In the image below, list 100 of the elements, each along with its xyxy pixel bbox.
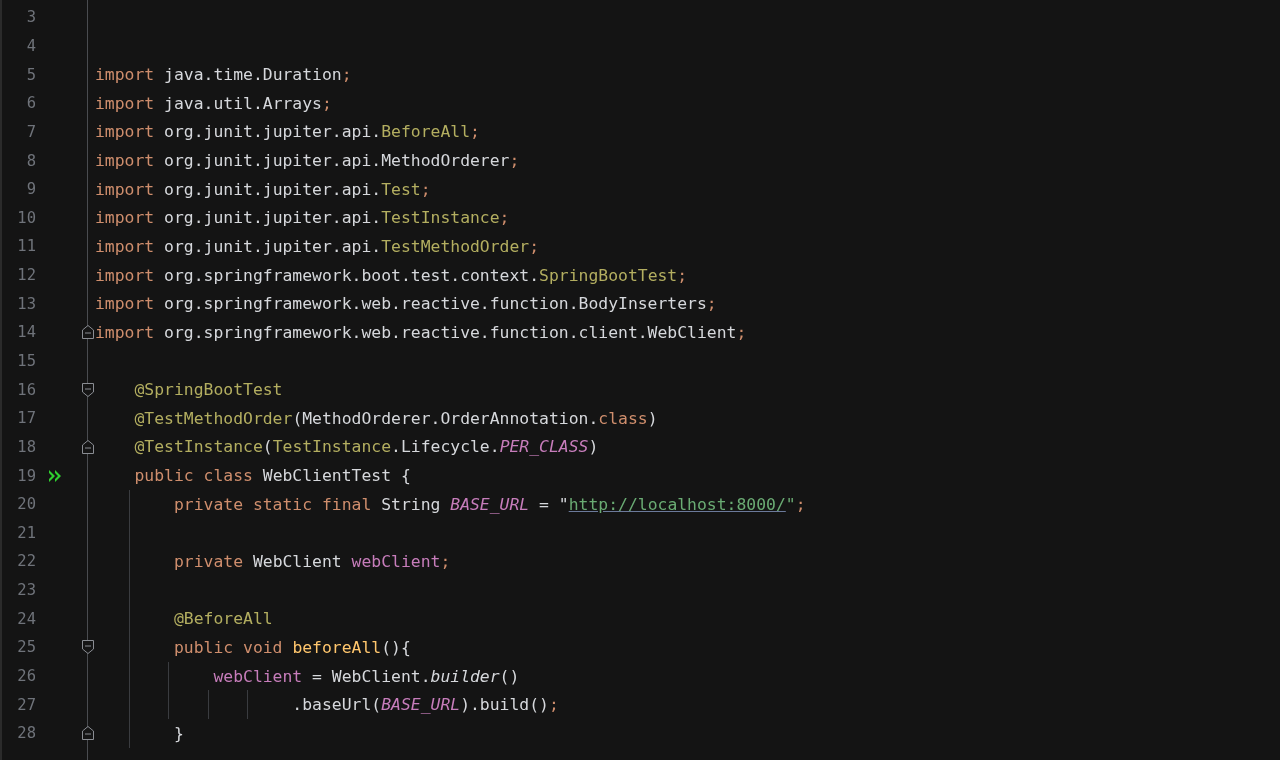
line-number: 11 — [16, 237, 36, 256]
fold-icon[interactable] — [81, 639, 95, 656]
code-token: ) — [647, 408, 658, 428]
code-token: ; — [420, 179, 431, 199]
line-number: 17 — [16, 409, 36, 428]
code-token: Test — [381, 179, 421, 199]
line-number: 27 — [16, 695, 36, 714]
line-number: 22 — [16, 552, 36, 571]
line-number: 6 — [25, 94, 36, 113]
code-token: = " — [538, 494, 569, 514]
line-number: 24 — [16, 609, 36, 628]
code-token: public void — [172, 637, 284, 657]
line-number: 26 — [16, 667, 36, 686]
code-token: import — [95, 179, 155, 199]
code-token: BASE_URL — [381, 695, 461, 715]
code-token: ; — [499, 208, 510, 228]
code-token: ; — [677, 265, 688, 285]
line-number: 15 — [16, 352, 36, 370]
code-token: ; — [736, 322, 747, 342]
line-number: 18 — [16, 437, 36, 456]
code-token: ) — [588, 437, 599, 457]
code-token: WebClient — [251, 552, 343, 571]
code-token: webClient — [212, 666, 303, 686]
code-token: ( — [262, 437, 273, 457]
code-token: import — [95, 122, 155, 142]
code-token: public class — [133, 466, 253, 486]
code-token: import — [95, 208, 155, 228]
code-token: import — [95, 93, 155, 113]
code-token: http://localhost:8000/ — [568, 494, 786, 514]
code-token: () — [499, 666, 520, 686]
line-number: 13 — [16, 294, 36, 313]
code-token: PER_CLASS — [499, 437, 589, 457]
code-token: @BeforeAll — [172, 609, 273, 629]
code-token: = WebClient. — [311, 666, 431, 686]
line-number: 23 — [16, 581, 36, 600]
code-token: import — [95, 322, 155, 342]
fold-icon[interactable] — [81, 324, 95, 341]
code-token: SpringBootTest — [539, 265, 678, 285]
code-token: org.junit.jupiter.api. — [163, 122, 382, 142]
run-icon[interactable] — [48, 467, 64, 484]
code-token: org.springframework.web.reactive.function.client.WebClient — [163, 322, 737, 342]
code-token: org.springframework.web.reactive.function.BodyInserters — [163, 294, 707, 314]
code-token: } — [172, 723, 184, 743]
code-token: @SpringBootTest — [133, 380, 283, 400]
code-token: .Lifecycle. — [391, 437, 500, 457]
code-token: TestMethodOrder — [381, 236, 530, 256]
code-token: ; — [509, 151, 520, 170]
fold-icon[interactable] — [81, 725, 95, 742]
line-number: 3 — [25, 8, 36, 27]
code-token: org.junit.jupiter.api. — [163, 236, 382, 256]
line-number: 12 — [16, 266, 36, 285]
code-token: class — [598, 408, 648, 428]
code-token: TestInstance — [381, 208, 500, 228]
code-token: webClient — [351, 552, 441, 571]
line-number: 10 — [16, 208, 36, 227]
line-number: 7 — [25, 122, 36, 141]
code-token: ; — [341, 65, 352, 85]
line-number: 20 — [16, 495, 36, 514]
line-number: 9 — [25, 180, 36, 199]
code-token: ; — [470, 122, 480, 142]
code-token: ; — [529, 236, 540, 256]
code-token: ).build() — [460, 695, 549, 715]
code-token: (){ — [381, 637, 411, 657]
code-token: ; — [322, 93, 332, 113]
code-token: import — [95, 294, 155, 314]
code-token: ; — [548, 695, 559, 715]
line-number: 16 — [16, 380, 36, 399]
code-token: String — [380, 494, 442, 514]
code-token: builder — [430, 666, 500, 686]
code-token: (MethodOrderer.OrderAnnotation. — [292, 408, 599, 428]
code-token: org.junit.jupiter.api. — [163, 208, 382, 228]
line-number: 28 — [16, 724, 36, 743]
code-token: java.time.Duration — [163, 65, 342, 85]
line-number: 14 — [16, 323, 36, 342]
code-token: import — [95, 236, 155, 256]
code-token: java.util.Arrays — [163, 93, 322, 113]
code-token: beforeAll — [292, 637, 382, 657]
line-number: 4 — [25, 36, 36, 55]
fold-icon[interactable] — [81, 438, 95, 455]
code-token: org.springframework.boot.test.context. — [163, 265, 540, 285]
code-token: TestInstance — [272, 437, 392, 457]
line-number: 5 — [25, 65, 36, 84]
line-number: 8 — [25, 151, 36, 170]
code-token: .baseUrl( — [291, 695, 382, 715]
code-token: @TestMethodOrder — [133, 408, 293, 428]
fold-icon[interactable] — [81, 381, 95, 398]
code-token: org.junit.jupiter.api.MethodOrderer — [163, 151, 510, 170]
code-token: org.junit.jupiter.api. — [163, 179, 382, 199]
line-number: 21 — [16, 523, 36, 542]
code-token: ; — [706, 294, 717, 314]
code-token: " — [785, 494, 796, 514]
code-token: BeforeAll — [381, 122, 470, 142]
code-token: ; — [440, 552, 451, 571]
code-token: import — [95, 265, 155, 285]
code-token: @TestInstance — [133, 437, 263, 457]
code-token: ; — [795, 494, 806, 514]
code-token: import — [95, 151, 155, 170]
code-token: import — [95, 65, 155, 85]
code-token: WebClientTest { — [261, 466, 411, 486]
line-number: 25 — [16, 638, 36, 657]
